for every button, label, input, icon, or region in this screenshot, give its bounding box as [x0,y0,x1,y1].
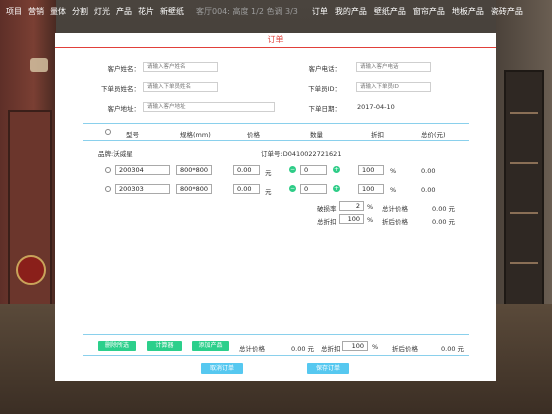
header-bottom-divider [83,140,469,141]
col-spec: 规格(mm) [180,131,211,139]
model-field[interactable]: 200303 [115,184,170,194]
footer-top-divider [83,334,469,335]
qty-minus-button[interactable]: − [289,185,296,192]
footer-discounted-value: 0.00 元 [441,345,465,353]
right-menu: 订单 我的产品 壁纸产品 窗帘产品 地板产品 瓷砖产品 [312,6,523,17]
delete-selected-button[interactable]: 删除所选 [98,341,136,351]
footer-total-discount-label: 总折扣 [321,345,341,353]
brand-label: 品牌:沃威星 [98,150,133,158]
wall-lamp [30,58,48,72]
customer-phone-label: 客户电话： [308,65,342,73]
menu-new-wallpaper[interactable]: 新壁纸 [160,6,184,17]
breakage-label: 破损率 [317,205,337,213]
save-order-button[interactable]: 保存订单 [307,363,349,374]
model-field[interactable]: 200304 [115,165,170,175]
order-date-label: 下单日期： [308,105,342,113]
dialog-title: 订单 [267,35,284,44]
orderer-name-label: 下单员姓名： [101,85,140,93]
header-top-divider [83,123,469,124]
scene-info: 客厅004: 高度 1/2 色调 3/3 [196,6,298,16]
add-product-button[interactable]: 添加产品 [192,341,229,351]
menu-measure[interactable]: 量体 [50,6,66,17]
discount-pct: % [390,167,397,175]
subtotal-discount-field[interactable]: 100 [339,214,364,224]
discount-field[interactable]: 100 [358,184,384,194]
subtotal-discount-pct: % [367,216,374,224]
left-menu: 项目 营销 量体 分割 灯光 产品 花片 新壁纸 [6,6,184,17]
footer-bottom-divider [83,355,469,356]
wall-medallion [16,255,46,285]
menu-tile-products[interactable]: 瓷砖产品 [491,6,523,17]
order-date-value: 2017-04-10 [357,103,395,111]
footer-total-price-label: 总计价格 [239,345,265,353]
order-number: 订单号:D0410022721621 [261,150,342,158]
spec-field[interactable]: 800*800 [176,165,212,175]
top-menu-bar: 项目 营销 量体 分割 灯光 产品 花片 新壁纸 客厅004: 高度 1/2 色… [0,0,552,22]
price-unit: 元 [265,169,272,177]
breakage-field[interactable]: 2 [339,201,364,211]
footer-total-price-value: 0.00 元 [291,345,315,353]
col-discount: 折扣 [371,131,384,139]
menu-lighting[interactable]: 灯光 [94,6,110,17]
menu-products[interactable]: 产品 [116,6,132,17]
qty-minus-button[interactable]: − [289,166,296,173]
qty-field[interactable]: 0 [300,184,327,194]
price-field[interactable]: 0.00 [233,165,260,175]
price-field[interactable]: 0.00 [233,184,260,194]
customer-address-input[interactable] [143,102,275,112]
spec-field[interactable]: 800*800 [176,184,212,194]
col-qty: 数量 [310,131,323,139]
menu-patterns[interactable]: 花片 [138,6,154,17]
menu-split[interactable]: 分割 [72,6,88,17]
customer-address-label: 客户地址： [107,105,141,113]
select-all-radio[interactable] [105,129,111,135]
subtotal-price-value: 0.00 元 [432,205,456,213]
discount-pct: % [390,186,397,194]
menu-marketing[interactable]: 营销 [28,6,44,17]
customer-phone-input[interactable] [356,62,431,72]
footer-discounted-label: 折后价格 [392,345,418,353]
qty-field[interactable]: 0 [300,165,327,175]
row-total: 0.00 [421,186,436,194]
subtotal-discounted-value: 0.00 元 [432,218,456,226]
footer-total-discount-field[interactable]: 100 [342,341,368,351]
discount-field[interactable]: 100 [358,165,384,175]
subtotal-price-label: 总计价格 [382,205,408,213]
order-dialog: 订单 客户姓名： 客户电话： 下单员姓名： 下单员ID： 客户地址： 下单日期：… [55,33,496,381]
footer-total-discount-pct: % [372,343,379,351]
price-unit: 元 [265,188,272,196]
breakage-pct: % [367,203,374,211]
row-total: 0.00 [421,167,436,175]
title-divider [55,47,496,48]
calculator-button[interactable]: 计算器 [147,341,182,351]
menu-curtain-products[interactable]: 窗帘产品 [413,6,445,17]
menu-my-products[interactable]: 我的产品 [335,6,367,17]
menu-floor-products[interactable]: 地板产品 [452,6,484,17]
orderer-id-input[interactable] [356,82,431,92]
subtotal-discount-label: 总折扣 [317,218,337,226]
cancel-order-button[interactable]: 取消订单 [201,363,243,374]
bookshelf [504,70,544,310]
qty-plus-button[interactable]: + [333,166,340,173]
col-model: 型号 [126,131,139,139]
customer-name-input[interactable] [143,62,218,72]
menu-project[interactable]: 项目 [6,6,22,17]
customer-name-label: 客户姓名： [107,65,141,73]
menu-wallpaper-products[interactable]: 壁纸产品 [374,6,406,17]
subtotal-discounted-label: 折后价格 [382,218,408,226]
row-select-radio[interactable] [105,167,111,173]
row-select-radio[interactable] [105,186,111,192]
orderer-id-label: 下单员ID： [308,85,341,93]
col-price: 价格 [247,131,260,139]
qty-plus-button[interactable]: + [333,185,340,192]
col-total: 总价(元) [421,131,446,139]
orderer-name-input[interactable] [143,82,218,92]
menu-order[interactable]: 订单 [312,6,328,17]
